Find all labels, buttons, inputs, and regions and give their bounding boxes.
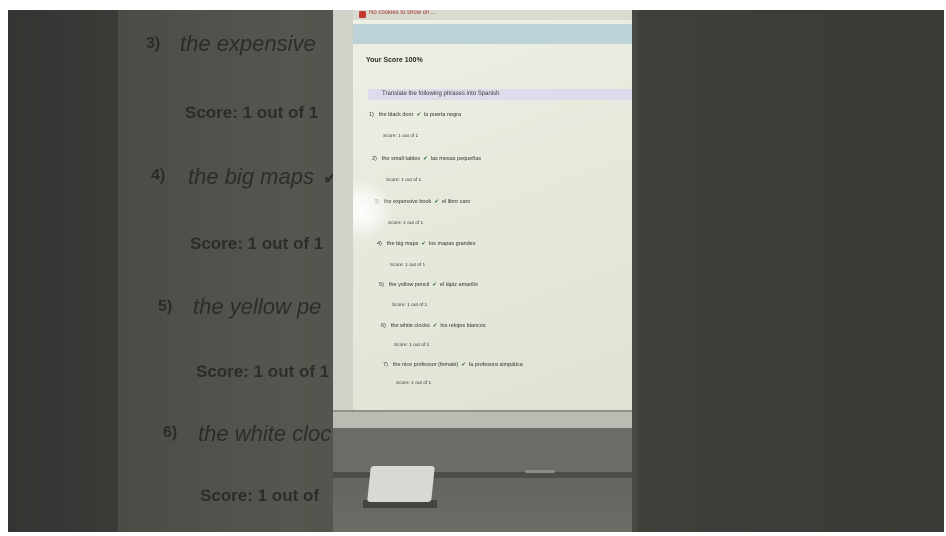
monitor-bottom-bezel xyxy=(333,410,632,430)
question-english: the yellow pencil xyxy=(388,282,430,288)
question-answer: los mapas grandes xyxy=(429,241,476,247)
screen-glare xyxy=(353,180,391,240)
bg-number-4: 4) xyxy=(151,167,166,184)
right-dark-area xyxy=(638,10,944,532)
bg-number-6: 6) xyxy=(163,424,178,441)
bg-score-5: Score: 1 out of 1 xyxy=(196,362,330,381)
question-answer: las mesas pequeñas xyxy=(430,156,482,162)
question-english: the black door xyxy=(378,112,414,118)
monitor-stand xyxy=(367,466,435,502)
question-answer: el lápiz amarillo xyxy=(439,282,478,288)
instruction-banner: Translate the following phrases into Spa… xyxy=(368,89,632,100)
question-row-6: 6) the white clocks ✔ los relojes blancos xyxy=(381,323,486,329)
check-icon: ✔ xyxy=(461,362,466,368)
question-english: the white clocks xyxy=(390,323,430,329)
question-score-2: Score: 1 out of 1 xyxy=(386,178,422,183)
question-number: 2) xyxy=(372,156,377,162)
bg-score-4: Score: 1 out of 1 xyxy=(190,234,324,253)
question-score-5: Score: 1 out of 1 xyxy=(392,303,428,308)
bg-score-6: Score: 1 out of xyxy=(200,486,320,505)
question-row-2: 2) the small tables ✔ las mesas pequeñas xyxy=(372,156,481,162)
warning-icon xyxy=(359,11,366,18)
check-icon: ✔ xyxy=(432,323,438,329)
check-icon: ✔ xyxy=(423,156,428,162)
check-icon: ✔ xyxy=(421,241,426,247)
bg-score-3: Score: 1 out of 1 xyxy=(185,103,319,122)
question-row-1: 1) the black door ✔ la puerta negra xyxy=(369,112,461,118)
question-answer: la puerta negra xyxy=(424,112,462,118)
question-number: 4) xyxy=(377,241,382,247)
question-number: 6) xyxy=(381,323,386,329)
question-answer: la profesora simpática xyxy=(468,362,523,368)
warning-text: No cookies to show on ... xyxy=(369,10,437,16)
check-icon: ✔ xyxy=(434,199,439,205)
check-icon: ✔ xyxy=(416,112,422,118)
left-shadow-strip xyxy=(8,10,118,532)
monitor-sensor xyxy=(525,470,555,473)
bg-phrase-6: the white cloc xyxy=(198,421,332,446)
question-score-1: Score: 1 out of 1 xyxy=(383,134,419,139)
question-answer: los relojes blancos xyxy=(440,323,486,329)
monitor-screen: No cookies to show on ... Your Score 100… xyxy=(353,10,632,410)
bg-phrase-3: the expensive xyxy=(180,31,316,56)
bg-number-5: 5) xyxy=(158,298,173,315)
question-english: the small tables xyxy=(381,156,421,162)
question-row-7: 7) the nice professor (female) ✔ la profeso… xyxy=(383,362,523,368)
question-number: 5) xyxy=(379,282,384,288)
question-number: 7) xyxy=(383,362,388,368)
score-title: Your Score 100% xyxy=(366,57,423,64)
page-header-bar xyxy=(353,24,632,44)
bg-phrase-5: the yellow pe xyxy=(193,294,322,319)
question-score-3: Score: 1 out of 1 xyxy=(388,221,424,226)
bg-phrase-4: the big maps xyxy=(188,164,314,189)
question-score-4: Score: 1 out of 1 xyxy=(390,263,426,268)
bg-number-3: 3) xyxy=(146,35,161,52)
question-english: the expensive book xyxy=(383,199,432,205)
question-answer: el libro caro xyxy=(441,199,471,205)
question-row-4: 4) the big maps ✔ los mapas grandes xyxy=(377,241,475,247)
browser-warning-bar: No cookies to show on ... xyxy=(353,10,632,20)
question-english: the big maps xyxy=(386,241,419,247)
question-english: the nice professor (female) xyxy=(392,362,459,368)
question-score-7: Score: 1 out of 1 xyxy=(396,381,432,386)
question-row-5: 5) the yellow pencil ✔ el lápiz amarillo xyxy=(379,282,478,288)
monitor-photo: No cookies to show on ... Your Score 100… xyxy=(333,10,632,532)
question-number: 1) xyxy=(369,112,374,118)
check-icon: ✔ xyxy=(432,282,437,288)
question-score-6: Score: 1 out of 1 xyxy=(394,343,430,348)
